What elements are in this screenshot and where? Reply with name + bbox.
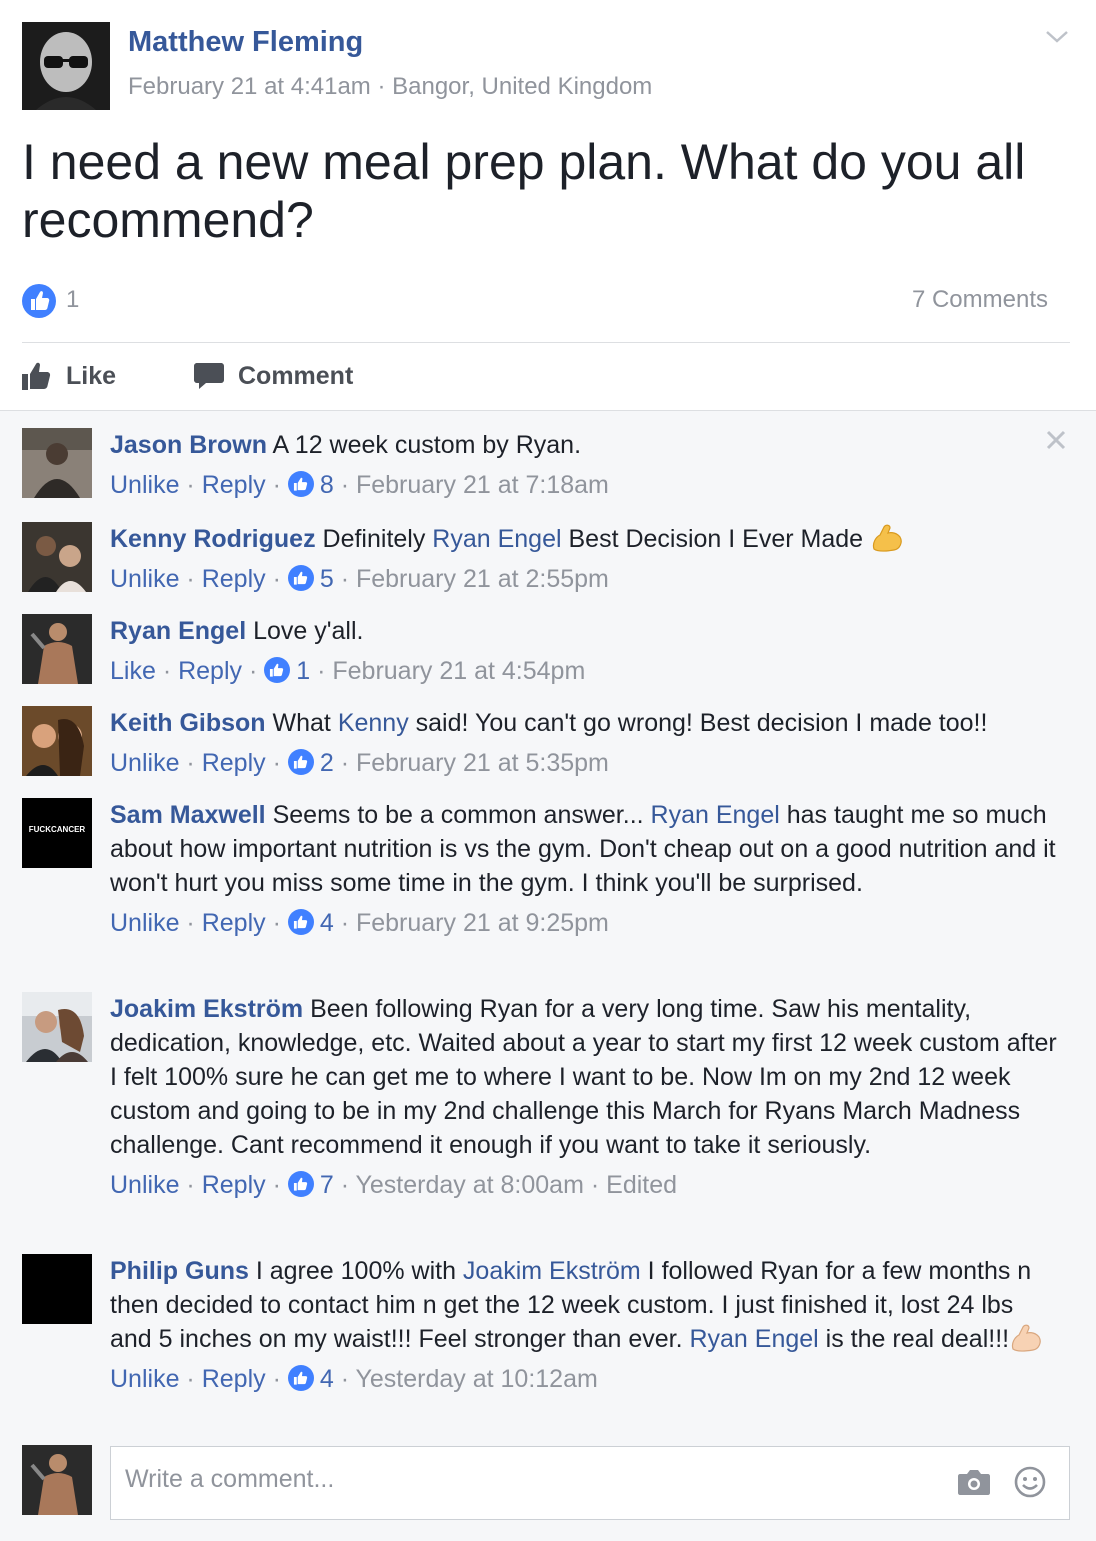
commenter-avatar[interactable] [22,614,92,684]
unlike-link[interactable]: Unlike [110,909,179,937]
comment-input[interactable]: Write a comment... [110,1446,1070,1520]
comment-text: is the real deal!!! [818,1325,1010,1353]
like-reaction-icon[interactable] [22,284,56,318]
commenter-avatar[interactable] [22,992,92,1062]
camera-icon[interactable] [957,1467,991,1497]
comments-count[interactable]: 7 Comments [912,286,1048,314]
like-reaction-icon[interactable] [287,1171,314,1197]
comment-actions: Unlike · Reply · 8 · February 21 at 7:18… [110,471,609,499]
thumbs-up-icon [22,362,51,390]
commenter-avatar[interactable] [22,522,92,592]
commenter-name[interactable]: Philip Guns [110,1257,249,1285]
commenter-avatar[interactable] [22,1254,92,1324]
commenter-name[interactable]: Jason Brown [110,431,267,459]
comment-actions: Unlike · Reply · 2 · February 21 at 5:35… [110,749,609,777]
comment-like-count[interactable]: 8 [320,471,334,499]
comment-timestamp[interactable]: February 21 at 9:25pm [356,909,609,937]
unlike-link[interactable]: Unlike [110,565,179,593]
mention-link[interactable]: Kenny [338,709,409,737]
mention-link[interactable]: Ryan Engel [651,801,780,829]
comment-button-label: Comment [238,361,354,390]
unlike-link[interactable]: Unlike [110,749,179,777]
comment-text: What [265,709,338,737]
commenter-avatar[interactable]: FUCKCANCER [22,798,92,868]
commenter-name[interactable]: Ryan Engel [110,617,246,645]
unlike-link[interactable]: Unlike [110,1365,179,1393]
like-count[interactable]: 1 [66,286,79,314]
comment-like-count[interactable]: 1 [296,657,310,685]
commenter-name[interactable]: Sam Maxwell [110,801,266,829]
author-avatar[interactable] [22,22,110,110]
mention-link[interactable]: Ryan Engel [689,1325,818,1353]
reply-link[interactable]: Reply [178,657,242,685]
comment-timestamp[interactable]: February 21 at 4:54pm [332,657,585,685]
comment-like-count[interactable]: 7 [320,1171,334,1199]
like-reaction-icon[interactable] [287,749,314,775]
comment-text: Love y'all. [246,617,364,645]
comment-like-count[interactable]: 4 [320,909,334,937]
mention-link[interactable]: Joakim Ekström [463,1257,641,1285]
like-reaction-icon[interactable] [287,909,314,935]
comment-text: Seems to be a common answer... [265,801,651,829]
flexed-biceps-emoji-icon [1012,1324,1041,1352]
comment-bubble-icon [194,363,224,389]
like-button-label: Like [66,361,117,390]
chevron-down-icon[interactable] [1044,26,1070,46]
like-reaction-icon[interactable] [287,471,314,497]
comment-actions: Unlike · Reply · 4 · Yesterday at 10:12a… [110,1365,598,1393]
comment-like-count[interactable]: 4 [320,1365,334,1393]
divider [22,342,1070,343]
comment-like-count[interactable]: 5 [320,565,334,593]
comment-timestamp[interactable]: February 21 at 7:18am [356,471,609,499]
comment-timestamp[interactable]: Yesterday at 10:12am [356,1365,598,1393]
comment-input-placeholder: Write a comment... [125,1465,335,1493]
unlike-link[interactable]: Unlike [110,1171,179,1199]
commenter-name[interactable]: Keith Gibson [110,709,266,737]
comment-button[interactable]: Comment [194,358,353,394]
reply-link[interactable]: Reply [202,749,266,777]
commenter-name[interactable]: Kenny Rodriguez [110,525,316,553]
comment-text: A 12 week custom by Ryan. [266,431,582,459]
comment-like-count[interactable]: 2 [320,749,334,777]
flexed-biceps-emoji-icon [872,524,902,552]
author-name[interactable]: Matthew Fleming [128,26,363,59]
comment-text: Best Decision I Ever Made [561,525,871,553]
reply-link[interactable]: Reply [202,909,266,937]
like-reaction-icon[interactable] [264,657,291,683]
comment-timestamp[interactable]: February 21 at 2:55pm [356,565,609,593]
comment-actions: Unlike · Reply · 4 · February 21 at 9:25… [110,909,609,937]
comment-timestamp[interactable]: Yesterday at 8:00am [356,1171,584,1199]
facebook-post: Matthew Fleming February 21 at 4:41am · … [0,0,1096,1541]
commenter-avatar[interactable] [22,428,92,498]
reply-link[interactable]: Reply [202,471,266,499]
post-text: I need a new meal prep plan. What do you… [22,134,1026,248]
comment-text: Definitely [315,525,433,553]
comment-timestamp[interactable]: February 21 at 5:35pm [356,749,609,777]
reply-link[interactable]: Reply [202,565,266,593]
like-button[interactable]: Like [22,358,116,394]
comment-actions: Unlike · Reply · 5 · February 21 at 2:55… [110,565,609,593]
post-meta: February 21 at 4:41am · Bangor, United K… [128,73,653,100]
comment-actions: Unlike · Reply · 7 · Yesterday at 8:00am… [110,1171,678,1199]
unlike-link[interactable]: Unlike [110,471,179,499]
reply-link[interactable]: Reply [202,1171,266,1199]
comment-actions: Like · Reply · 1 · February 21 at 4:54pm [110,657,586,685]
like-reaction-icon[interactable] [287,1365,314,1391]
commenter-name[interactable]: Joakim Ekström [110,995,303,1023]
comment-text: said! You can't go wrong! Best decision … [408,709,988,737]
mention-link[interactable]: Ryan Engel [432,525,561,553]
avatar-text: FUCKCANCER [28,825,86,834]
comment-text: I agree 100% with [248,1257,463,1285]
edited-label[interactable]: Edited [606,1171,677,1199]
commenter-avatar[interactable] [22,706,92,776]
reply-link[interactable]: Reply [202,1365,266,1393]
emoji-smile-icon[interactable] [1013,1465,1047,1499]
current-user-avatar[interactable] [22,1445,92,1515]
like-link[interactable]: Like [110,657,156,685]
like-reaction-icon[interactable] [287,565,314,591]
